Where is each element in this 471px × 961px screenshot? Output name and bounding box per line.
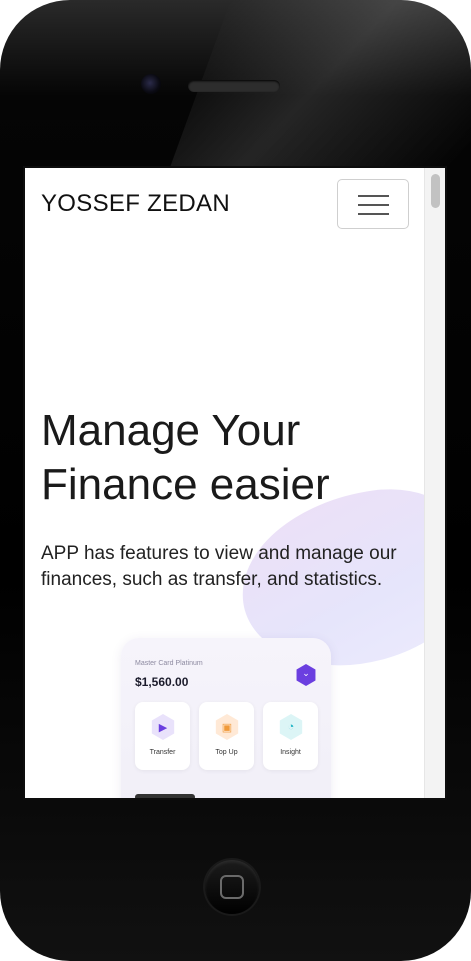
phone-frame: YOSSEF ZEDAN Manage Your Finance easier … xyxy=(0,0,471,961)
home-button[interactable] xyxy=(205,860,259,914)
home-square-icon xyxy=(220,875,244,899)
hamburger-line xyxy=(358,204,389,206)
browser-viewport: YOSSEF ZEDAN Manage Your Finance easier … xyxy=(23,166,447,800)
action-transfer[interactable]: ▶ Transfer xyxy=(135,702,190,770)
card-section-heading-cut xyxy=(135,794,195,798)
action-label: Insight xyxy=(280,749,301,756)
send-icon: ▶ xyxy=(158,721,168,734)
hamburger-menu-button[interactable] xyxy=(337,179,409,229)
action-insight[interactable]: ◔ Insight xyxy=(263,702,318,770)
app-card-mockup: Master Card Platinum $1,560.00 ⌄ ▶ Trans… xyxy=(121,638,331,798)
front-camera xyxy=(141,74,161,94)
card-label: Master Card Platinum xyxy=(135,660,203,667)
hamburger-menu-icon xyxy=(358,195,389,197)
hero-description: APP has features to view and manage our … xyxy=(41,543,397,590)
scrollbar[interactable] xyxy=(424,168,445,798)
action-label: Transfer xyxy=(149,749,176,756)
action-label: Top Up xyxy=(215,749,238,756)
navbar-brand[interactable]: YOSSEF ZEDAN xyxy=(41,190,230,218)
card-icon: ▣ xyxy=(221,721,233,734)
chevron-down-icon: ⌄ xyxy=(296,664,316,686)
hamburger-line xyxy=(358,213,389,215)
pie-chart-icon: ◔ xyxy=(287,721,295,733)
card-amount: $1,560.00 xyxy=(135,675,189,689)
hero-title-line2: Finance easier xyxy=(41,460,330,509)
earpiece-speaker xyxy=(188,80,280,92)
chevron-glyph: ⌄ xyxy=(302,668,310,678)
hero-title-line1: Manage Your xyxy=(41,406,301,455)
action-top-up[interactable]: ▣ Top Up xyxy=(199,702,254,770)
hero-title: Manage Your Finance easier xyxy=(41,404,421,512)
scrollbar-thumb[interactable] xyxy=(431,174,440,208)
